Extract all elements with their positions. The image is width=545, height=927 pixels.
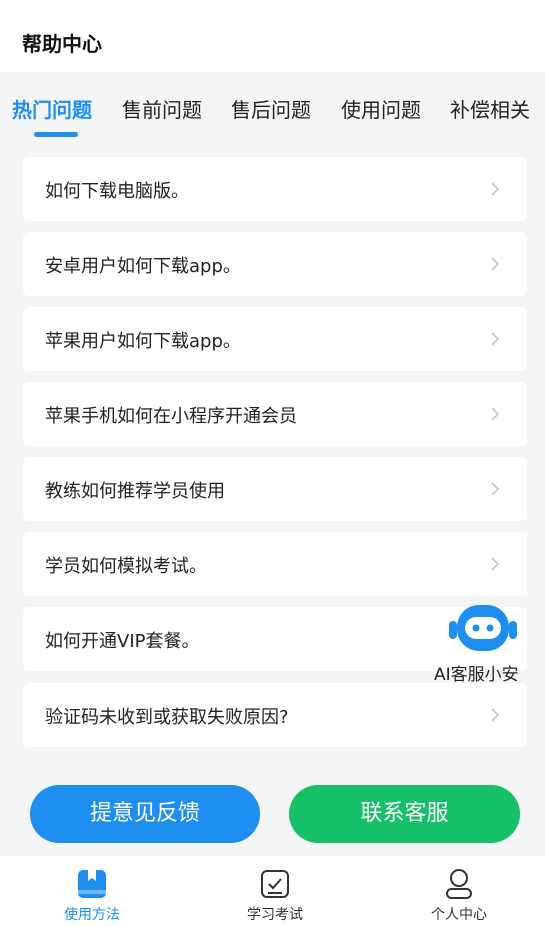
list-item[interactable]: 苹果用户如何下载app。	[23, 307, 527, 371]
book-icon	[78, 870, 106, 898]
nav-study-exam[interactable]: 学习考试	[205, 856, 345, 927]
question-label: 验证码未收到或获取失败原因?	[45, 707, 289, 728]
nav-personal-center[interactable]: 个人中心	[389, 856, 529, 927]
tab-aftersale-questions[interactable]: 售后问题	[231, 94, 311, 123]
chevron-right-icon	[491, 257, 500, 271]
robot-icon[interactable]	[447, 601, 519, 657]
question-label: 苹果手机如何在小程序开通会员	[45, 406, 297, 427]
question-label: 安卓用户如何下载app。	[45, 256, 241, 277]
question-label: 如何开通VIP套餐。	[45, 631, 200, 652]
page-title: 帮助中心	[22, 32, 102, 56]
category-tabs: 热门问题 售前问题 售后问题 使用问题 补偿相关	[0, 72, 545, 144]
chevron-right-icon	[491, 708, 500, 722]
tab-usage-questions[interactable]: 使用问题	[341, 94, 421, 123]
nav-usage-methods[interactable]: 使用方法	[22, 856, 162, 927]
contact-service-button[interactable]: 联系客服	[289, 785, 520, 843]
chevron-right-icon	[491, 182, 500, 196]
person-icon	[446, 869, 472, 899]
chevron-right-icon	[491, 407, 500, 421]
chevron-right-icon	[491, 557, 500, 571]
list-item[interactable]: 教练如何推荐学员使用	[23, 457, 527, 521]
tab-compensation[interactable]: 补偿相关	[450, 94, 530, 123]
bottom-nav: 使用方法 学习考试 个人中心	[0, 856, 545, 927]
checklist-icon	[261, 870, 289, 898]
nav-label: 个人中心	[431, 907, 487, 923]
nav-label: 学习考试	[247, 907, 303, 923]
list-item[interactable]: 安卓用户如何下载app。	[23, 232, 527, 296]
tab-hot-questions[interactable]: 热门问题	[12, 94, 92, 123]
question-label: 苹果用户如何下载app。	[45, 331, 241, 352]
active-tab-indicator	[34, 132, 78, 137]
feedback-button[interactable]: 提意见反馈	[30, 785, 260, 843]
question-label: 学员如何模拟考试。	[45, 556, 207, 577]
list-item[interactable]: 学员如何模拟考试。	[23, 532, 527, 596]
chevron-right-icon	[491, 482, 500, 496]
ai-assistant-label[interactable]: AI客服小安	[434, 660, 519, 685]
list-item[interactable]: 苹果手机如何在小程序开通会员	[23, 382, 527, 446]
question-label: 教练如何推荐学员使用	[45, 481, 225, 502]
list-item[interactable]: 如何下载电脑版。	[23, 157, 527, 221]
chevron-right-icon	[491, 332, 500, 346]
list-item[interactable]: 验证码未收到或获取失败原因?	[23, 683, 527, 747]
question-label: 如何下载电脑版。	[45, 181, 189, 202]
nav-label: 使用方法	[64, 907, 120, 923]
header: 帮助中心	[0, 0, 545, 72]
tab-presale-questions[interactable]: 售前问题	[122, 94, 202, 123]
